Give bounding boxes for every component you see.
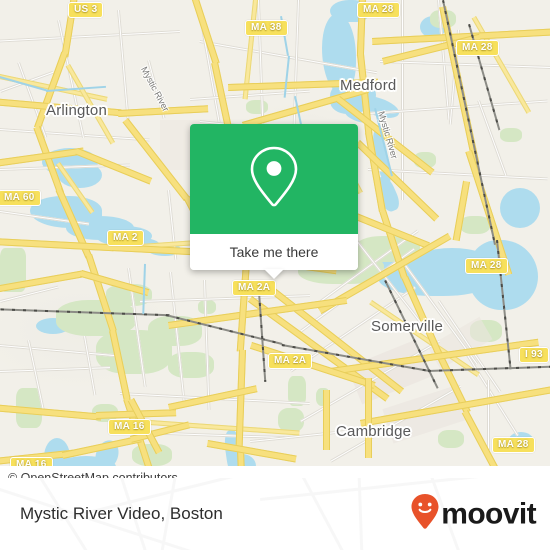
road-highway <box>365 378 372 458</box>
park-area <box>460 216 490 234</box>
park-area <box>500 128 522 142</box>
park-area <box>246 100 268 114</box>
take-me-there-label: Take me there <box>229 244 319 260</box>
moovit-logo[interactable]: moovit <box>410 493 537 536</box>
highway-shield-ma2a: MA 2A <box>268 353 313 369</box>
highway-shield-ma28: MA 28 <box>492 437 535 453</box>
highway-shield-ma28: MA 28 <box>357 2 400 18</box>
place-label-medford: Medford <box>340 77 397 94</box>
highway-shield-ma2a: MA 2A <box>232 280 277 296</box>
place-label-cambridge: Cambridge <box>336 423 412 440</box>
road-minor <box>487 380 490 450</box>
highway-shield-i93: I 93 <box>519 347 549 363</box>
highway-shield-ma2: MA 2 <box>107 230 144 246</box>
popup-header <box>190 124 358 234</box>
map-canvas[interactable]: Mystic River Mystic River Arlington Medf… <box>0 0 550 478</box>
highway-shield-ma16: MA 16 <box>108 419 151 435</box>
highway-shield-ma38: MA 38 <box>245 20 288 36</box>
water-body <box>500 188 540 228</box>
location-popup-card[interactable]: Take me there <box>190 124 358 279</box>
moovit-pin-icon <box>410 493 440 536</box>
take-me-there-button[interactable]: Take me there <box>190 234 358 270</box>
footer-bar: Mystic River Video, Boston moovit <box>0 478 550 550</box>
page-title: Mystic River Video, Boston <box>20 504 223 523</box>
park-area <box>438 430 464 448</box>
place-label-arlington: Arlington <box>46 102 108 119</box>
highway-shield-ma60: MA 60 <box>0 190 41 206</box>
map-screenshot: Mystic River Mystic River Arlington Medf… <box>0 0 550 550</box>
place-label-somerville: Somerville <box>371 318 444 335</box>
highway-shield-us3: US 3 <box>68 2 104 18</box>
road-highway <box>323 390 330 450</box>
moovit-wordmark: moovit <box>441 497 536 530</box>
highway-shield-ma28: MA 28 <box>465 258 508 274</box>
highway-shield-ma28: MA 28 <box>456 40 499 56</box>
popup-pointer-tail <box>264 269 284 279</box>
map-pin-icon <box>248 144 300 215</box>
